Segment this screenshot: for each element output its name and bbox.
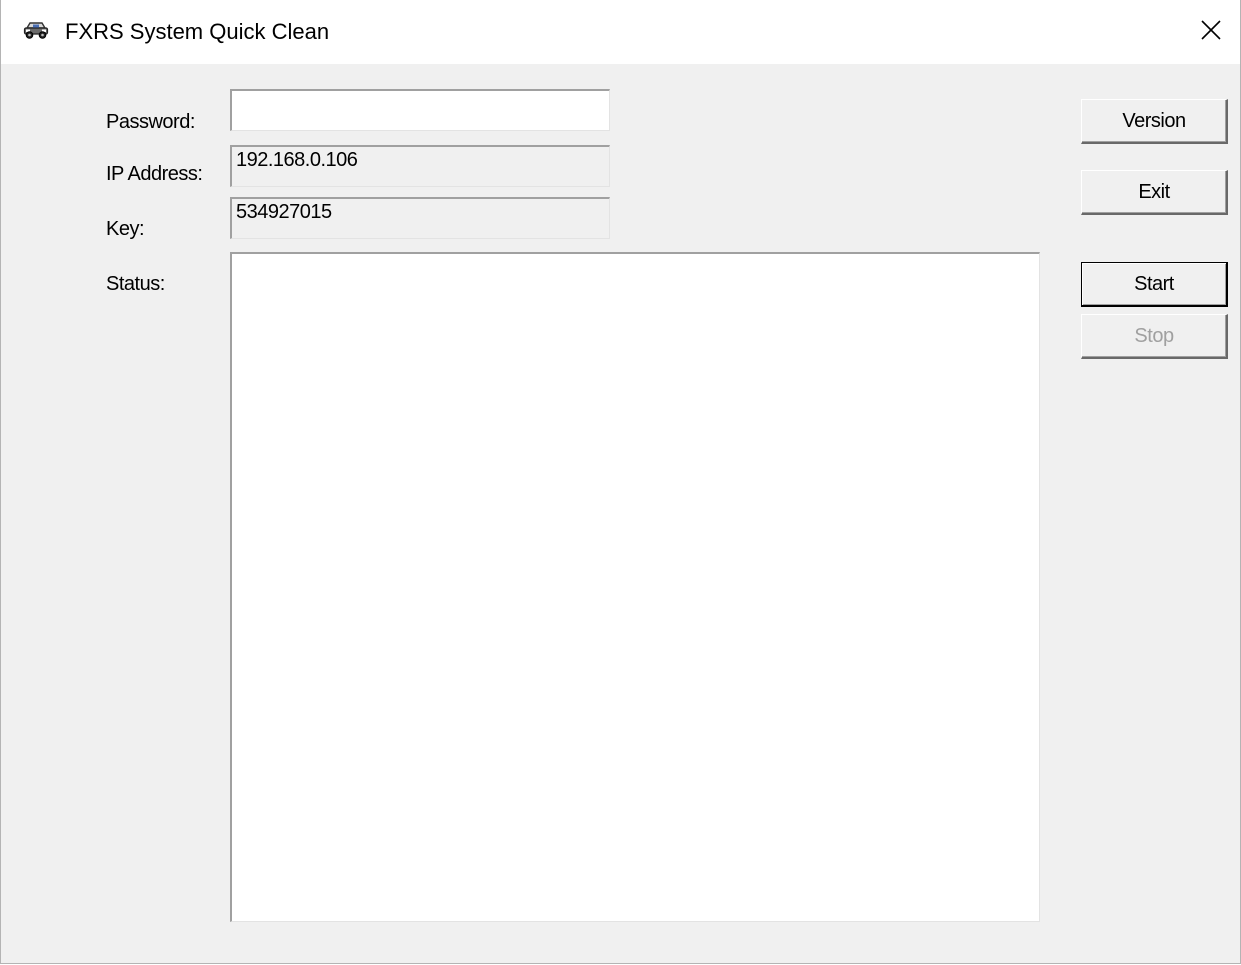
status-label: Status: [106,273,165,295]
ip-address-value: 192.168.0.106 [236,149,358,171]
title-bar[interactable]: FXRS System Quick Clean [1,0,1240,64]
version-button[interactable]: Version [1081,99,1228,144]
key-value: 534927015 [236,201,332,223]
close-icon [1200,19,1222,46]
start-button[interactable]: Start [1081,262,1228,307]
password-label: Password: [106,111,195,133]
dialog-window: FXRS System Quick Clean Password: IP Add… [0,0,1241,964]
status-log[interactable] [230,252,1040,922]
key-label: Key: [106,218,145,240]
close-button[interactable] [1182,0,1240,64]
ip-address-field[interactable]: 192.168.0.106 [230,145,610,187]
car-icon [23,19,49,41]
dialog-client-area: Password: IP Address: 192.168.0.106 Key:… [1,64,1240,963]
password-field[interactable] [230,89,610,131]
exit-button[interactable]: Exit [1081,170,1228,215]
stop-button[interactable]: Stop [1081,314,1228,359]
key-field[interactable]: 534927015 [230,197,610,239]
window-title: FXRS System Quick Clean [65,19,330,44]
ip-address-label: IP Address: [106,163,203,185]
